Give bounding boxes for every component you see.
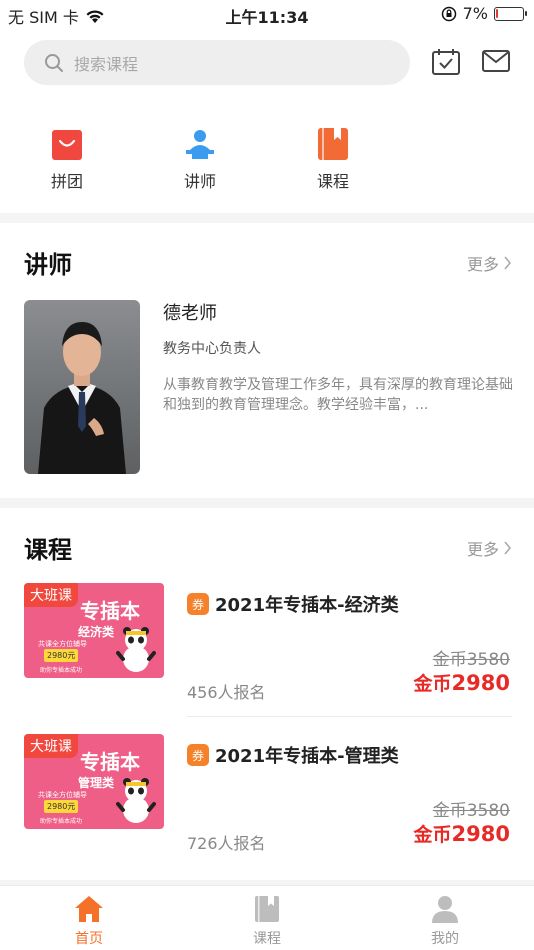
more-label: 更多 [466, 540, 499, 559]
price-value: 2980 [451, 671, 510, 695]
teacher-portrait [38, 322, 126, 474]
original-price: 金币3580 [432, 801, 510, 821]
cover-subtitle: 经济类 [78, 625, 115, 639]
status-bar: 无 SIM 卡 上午11:34 7% [0, 0, 534, 28]
lecturer-icon [186, 130, 214, 159]
tab-courses[interactable]: 课程 [227, 894, 307, 948]
mail-icon[interactable] [481, 48, 511, 74]
class-type-badge: 大班课 [24, 583, 78, 607]
search-placeholder: 搜索课程 [74, 54, 139, 74]
cover-price: 2980元 [44, 800, 79, 813]
cover-footer: 助你专插本成功 [40, 667, 83, 674]
coupon-badge: 券 [187, 593, 209, 615]
book-icon [318, 128, 348, 160]
tab-label: 首页 [75, 931, 103, 947]
quick-nav-label: 讲师 [183, 172, 216, 191]
teachers-section: 讲师 更多 德老师 教务中心负责人 从事教育教学及管理工作多年，具有深厚的教育理… [0, 223, 534, 498]
calendar-check-icon[interactable] [431, 48, 461, 76]
quick-nav-label: 拼团 [50, 172, 83, 191]
course-title: 券 2021年专插本-经济类 [187, 591, 399, 617]
class-type-badge: 大班课 [24, 734, 78, 758]
book-icon [255, 896, 279, 922]
orientation-lock-icon [441, 6, 456, 21]
course-name: 2021年专插本-经济类 [215, 595, 399, 616]
panda-mascot-icon [116, 778, 156, 823]
tab-label: 课程 [253, 931, 281, 947]
user-icon [432, 896, 458, 923]
chevron-right-icon [504, 256, 512, 270]
price-unit: 金币 [413, 824, 452, 846]
course-cover: 大班课 专插本 经济类 共课全方位辅导 2980元 助你专插本成功 [24, 583, 164, 678]
section-title: 课程 [24, 536, 72, 564]
tab-label: 我的 [431, 931, 459, 947]
tab-profile[interactable]: 我的 [405, 894, 485, 948]
teacher-name[interactable]: 德老师 [163, 299, 217, 325]
cover-title: 专插本 [80, 750, 140, 774]
quick-nav-course[interactable]: 课程 [298, 126, 368, 192]
tab-home[interactable]: 首页 [49, 894, 129, 948]
search-input[interactable]: 搜索课程 [24, 40, 410, 85]
price-unit: 金币 [413, 673, 452, 695]
original-price: 金币3580 [432, 650, 510, 670]
coupon-badge: 券 [187, 744, 209, 766]
battery-percent: 7% [462, 4, 488, 23]
enrolled-count: 456人报名 [187, 683, 266, 702]
course-name: 2021年专插本-管理类 [215, 746, 399, 767]
tab-bar: 首页 课程 我的 [0, 885, 534, 950]
quick-nav-lecturer[interactable]: 讲师 [165, 126, 235, 192]
battery-icon [494, 6, 527, 21]
teachers-more-link[interactable]: 更多 [467, 251, 512, 275]
more-label: 更多 [466, 255, 499, 274]
cover-price: 2980元 [44, 649, 79, 662]
quick-nav-group-buy[interactable]: 拼团 [32, 126, 102, 192]
teacher-description: 从事教育教学及管理工作多年，具有深厚的教育理论基础和独到的教育管理理念。教学经验… [163, 377, 513, 413]
course-title: 券 2021年专插本-管理类 [187, 742, 399, 768]
home-icon [75, 896, 103, 922]
course-card[interactable]: 大班课 专插本 经济类 共课全方位辅导 2980元 助你专插本成功 券 2021… [0, 583, 534, 733]
panda-mascot-icon [116, 627, 156, 672]
price-value: 2980 [451, 822, 510, 846]
cover-subtitle: 管理类 [78, 776, 115, 790]
search-icon [45, 53, 63, 72]
chevron-right-icon [504, 541, 512, 555]
courses-more-link[interactable]: 更多 [467, 536, 512, 560]
cover-note: 共课全方位辅导 [38, 791, 87, 799]
current-price: 金币 2980 [414, 669, 510, 696]
section-title: 讲师 [24, 251, 72, 279]
courses-section: 课程 更多 大班课 专插本 经济类 共课全方位辅导 2980元 助你专插本成功 [0, 508, 534, 880]
cover-footer: 助你专插本成功 [40, 818, 83, 825]
quick-nav: 拼团 讲师 课程 [0, 98, 534, 213]
cover-note: 共课全方位辅导 [38, 640, 87, 648]
cover-title: 专插本 [80, 599, 140, 623]
current-price: 金币 2980 [414, 820, 510, 847]
shopping-bag-icon [52, 130, 82, 160]
enrolled-count: 726人报名 [187, 834, 266, 853]
teacher-role: 教务中心负责人 [163, 341, 261, 357]
teacher-photo[interactable] [24, 300, 140, 474]
course-cover: 大班课 专插本 管理类 共课全方位辅导 2980元 助你专插本成功 [24, 734, 164, 829]
quick-nav-label: 课程 [316, 172, 349, 191]
top-bar: 搜索课程 [0, 28, 534, 98]
course-card[interactable]: 大班课 专插本 管理类 共课全方位辅导 2980元 助你专插本成功 券 2021… [0, 734, 534, 884]
divider [187, 716, 512, 717]
